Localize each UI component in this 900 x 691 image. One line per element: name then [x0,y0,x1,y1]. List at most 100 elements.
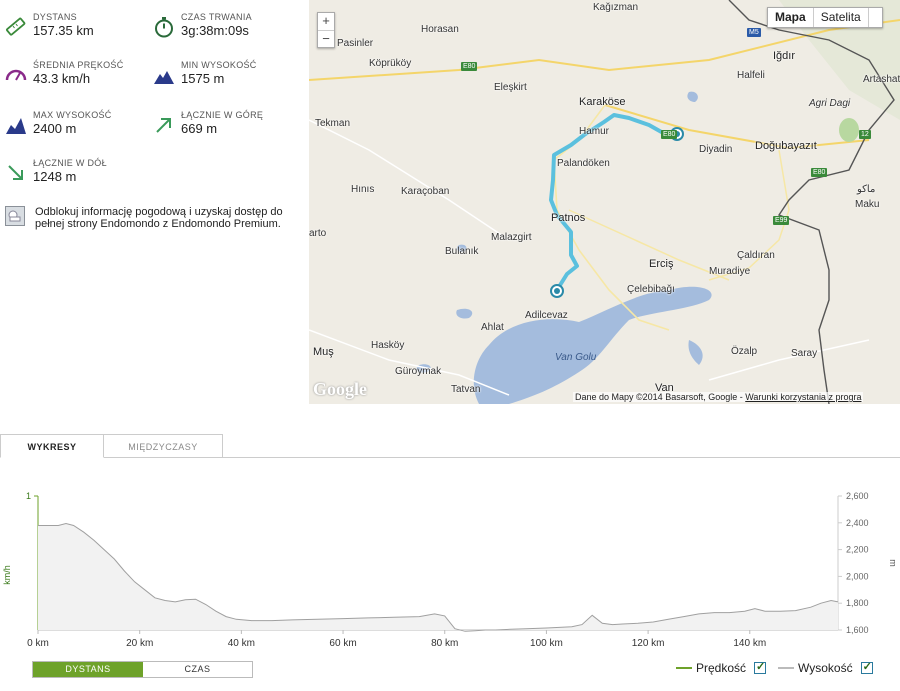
chart-svg[interactable]: 0 km 20 km 40 km 60 km 80 km 100 km 120 km 140 … [0,480,900,660]
map-attribution: Dane do Mapy ©2014 Basarsoft, Google - W… [573,392,864,402]
right-axis-label: m [888,559,898,567]
map-label: Diyadin [699,144,733,155]
map-label: Tekman [315,118,351,129]
stopwatch-icon [155,17,173,38]
map-label: Saray [791,348,818,359]
road-shield: E80 [461,62,478,71]
stat-label: MIN WYSOKOŚĆ [181,60,257,70]
legend-label: Prędkość [696,661,747,675]
map-type-control: Mapa Satelita [767,7,883,28]
x-tick-label: 60 km [329,638,356,649]
x-axis-toggle: DYSTANS CZAS [32,661,253,678]
stat-value: 3g:38m:09s [181,23,249,38]
stat-ascent: ŁĄCZNIE W GÓRĘ 669 m [153,110,263,137]
stat-distance: DYSTANS 157.35 km [5,12,94,39]
y-tick-label: 2,600 [846,491,869,501]
map-type-map-button[interactable]: Mapa [768,8,813,27]
map-label: Tatvan [451,384,481,395]
route-map[interactable]: Kağızman Pasinler Horasan Köprüköy Iğdır… [309,0,900,404]
map-label: Patnos [551,212,586,224]
stat-avg-speed: ŚREDNIA PRĘKOŚĆ 43.3 km/h [5,60,124,87]
map-label: Agri Dagi [809,98,851,109]
stat-label: ŁĄCZNIE W GÓRĘ [181,110,264,120]
legend-swatch [676,667,692,669]
map-label: Muradiye [709,266,751,277]
x-tick-label: 20 km [126,638,153,649]
map-label: Pasinler [337,38,374,49]
map-label: Doğubayazıt [755,140,817,152]
map-label: Van Golu [555,352,597,363]
x-tick-label: 120 km [632,638,665,649]
y-tick-label: 1,800 [846,598,869,608]
y-tick-label: 2,000 [846,571,869,581]
elevation-speed-chart[interactable]: 0 km 20 km 40 km 60 km 80 km 100 km 120 km 140 … [0,480,900,660]
road-shield: M5 [747,28,761,37]
chart-tabs: WYKRESY MIĘDZYCZASY [0,434,900,458]
map-type-satellite-button[interactable]: Satelita [812,8,868,27]
x-tick-label: 40 km [228,638,255,649]
map-label: Köprüköy [369,58,412,69]
elevation-area [38,523,838,632]
map-label: Özalp [731,346,758,357]
map-label: Eleşkirt [494,82,527,93]
x-tick-label: 0 km [27,638,49,649]
arrow-down-right-icon [8,165,23,180]
map-label: Horasan [421,24,459,35]
map-type-more-button[interactable] [867,8,882,27]
legend-altitude: Wysokość [778,660,873,675]
premium-promo: Odblokuj informację pogodową i uzyskaj d… [5,206,295,230]
stat-label: ŁĄCZNIE W DÓŁ [33,158,107,168]
google-logo: Google [313,379,367,399]
attribution-text: Dane do Mapy ©2014 Basarsoft, Google - [575,392,743,402]
legend-label: Wysokość [798,661,853,675]
road-shield: E80 [661,130,678,139]
zoom-control: + − [317,12,335,48]
stat-value: 1248 m [33,169,77,184]
map-label: arto [309,228,327,239]
map-label: Bulanık [445,246,479,257]
stat-value: 2400 m [33,121,77,136]
map-label: Karaçoban [401,186,450,197]
ruler-icon [6,17,26,36]
y-tick-label: 2,200 [846,545,869,555]
road-shield: E80 [811,168,828,177]
left-axis-label: km/h [2,565,12,585]
zoom-out-button[interactable]: − [318,30,334,47]
road-shield: 12 [859,130,871,139]
map-label: Halfeli [737,70,765,81]
left-tick-label: 1 [26,491,31,501]
stat-label: ŚREDNIA PRĘKOŚĆ [33,60,124,70]
x-tick-label: 100 km [530,638,563,649]
map-label: Hasköy [371,340,405,351]
toggle-distance-button[interactable]: DYSTANS [33,662,143,677]
map-label: Kağızman [593,2,639,13]
workout-page: DYSTANS 157.35 km CZAS TRWANIA 3g:38m:09s … [0,0,900,691]
stat-value: 1575 m [181,71,225,86]
map-label: Muş [313,346,334,358]
map-label: Hamur [579,126,610,137]
stat-label: MAX WYSOKOŚĆ [33,110,112,120]
map-label: Adilcevaz [525,310,568,321]
mountain-low-icon [154,71,174,84]
map-label: Hınıs [351,184,375,195]
terms-link[interactable]: Warunki korzystania z progra [745,392,861,402]
zoom-in-button[interactable]: + [318,13,334,30]
legend-swatch [778,667,794,669]
y-tick-label: 2,400 [846,518,869,528]
weather-icon [5,206,25,226]
map-label: Malazgirt [491,232,532,243]
road-shield: E99 [773,216,790,225]
map-label: Ahlat [481,322,504,333]
speedometer-icon [5,69,27,81]
stat-label: CZAS TRWANIA [181,12,252,22]
map-label: Maku [855,199,880,210]
tab-charts[interactable]: WYKRESY [0,434,104,458]
altitude-checkbox[interactable] [860,660,873,674]
tab-splits[interactable]: MIĘDZYCZASY [104,434,223,458]
stat-max-altitude: MAX WYSOKOŚĆ 2400 m [5,110,112,137]
toggle-time-button[interactable]: CZAS [143,662,252,677]
speed-checkbox[interactable] [754,660,767,674]
stat-min-altitude: MIN WYSOKOŚĆ 1575 m [153,60,257,87]
map-label: Erciş [649,258,674,270]
map-label: Güroymak [395,366,442,377]
